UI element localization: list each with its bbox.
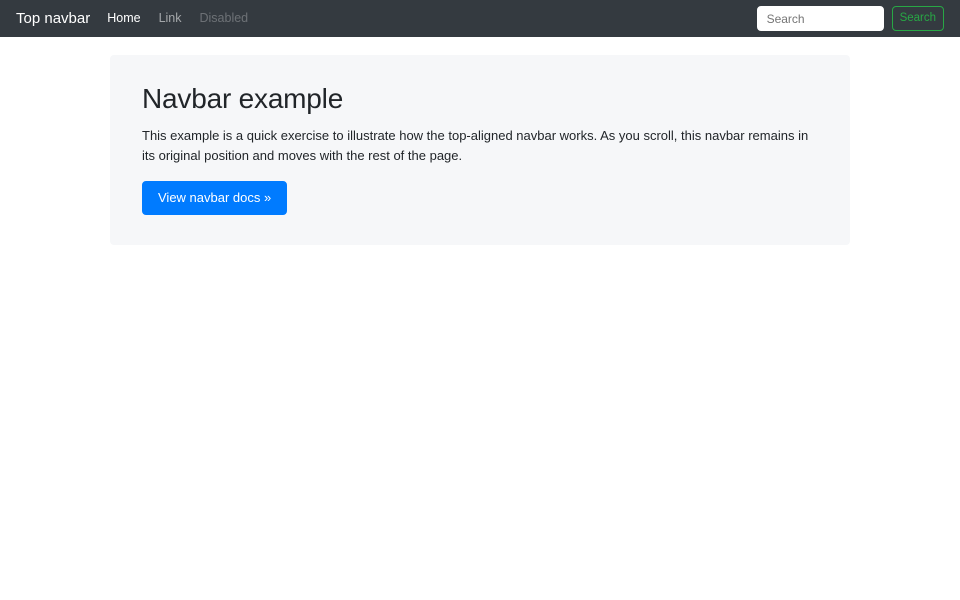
navbar-nav: Home Link Disabled (98, 8, 257, 29)
page-title: Navbar example (142, 83, 344, 114)
search-button[interactable]: Search (891, 6, 944, 31)
nav-item-link: Link (150, 8, 191, 29)
nav-item-disabled: Disabled (191, 8, 258, 29)
nav-link-home[interactable]: Home (98, 8, 149, 29)
view-navbar-docs-button[interactable]: View navbar docs » (142, 180, 288, 215)
nav-item-home: Home (98, 8, 149, 29)
navbar-brand[interactable]: Top navbar (16, 11, 90, 26)
search-input[interactable] (756, 6, 884, 31)
main-content: Navbar example This example is a quick e… (110, 55, 850, 245)
page-description: This example is a quick exercise to illu… (142, 127, 809, 163)
nav-link-disabled: Disabled (199, 11, 249, 26)
navbar-search-form: Search (756, 6, 944, 31)
top-navbar: Top navbar Home Link Disabled Search (0, 0, 960, 37)
nav-link-link[interactable]: Link (150, 8, 191, 29)
jumbotron-panel: Navbar example This example is a quick e… (110, 55, 850, 245)
